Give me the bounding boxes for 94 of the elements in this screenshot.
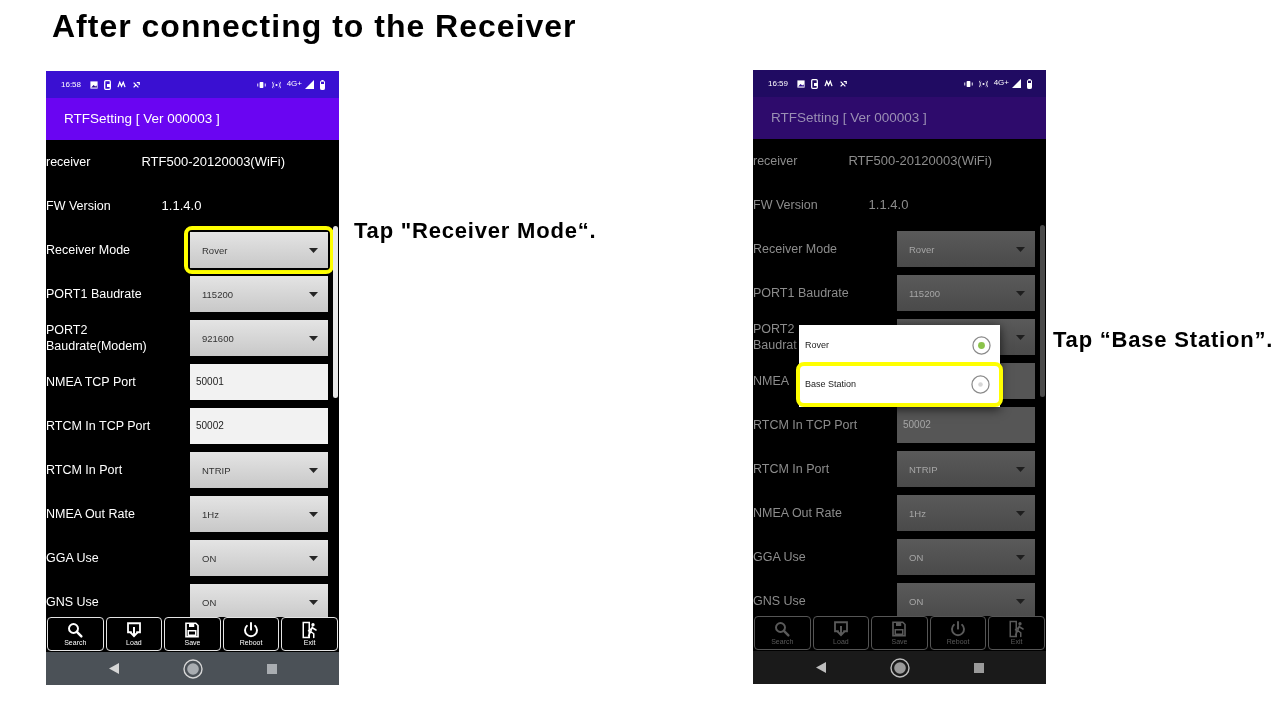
field-label: receiver [46, 154, 91, 170]
caret-icon [309, 335, 318, 341]
power-icon [242, 621, 261, 639]
status-time: 16:58 [61, 79, 82, 90]
field-label: Receiver Mode [46, 242, 131, 258]
recents-icon[interactable] [266, 663, 277, 674]
caret-icon [1016, 466, 1025, 472]
instruction-text: Tap "Receiver Mode“. [354, 217, 597, 245]
home-icon[interactable] [182, 658, 203, 679]
field-label: NMEA TCP Port [46, 374, 136, 390]
field-label: GNS Use [753, 593, 806, 609]
zigzag-icon [117, 81, 127, 88]
field-label: RTCM In Port [753, 461, 830, 477]
field-value: 1.1.4.0 [161, 198, 202, 214]
caret-icon [309, 291, 318, 297]
phone-icon [104, 79, 112, 90]
dropdown[interactable]: NTRIP [190, 452, 328, 488]
vibrate-icon [963, 79, 973, 88]
field-label: RTCM In Port [46, 462, 123, 478]
page-title: After connecting to the Receiver [52, 7, 577, 46]
app-title: RTFSetting [ Ver 000003 ] [771, 110, 927, 126]
field-label: NMEA [753, 373, 790, 389]
caret-icon [309, 599, 318, 605]
search-icon [773, 620, 792, 638]
field-label: PORT2 Baudrat [753, 321, 797, 353]
vibrate-icon [256, 80, 266, 89]
field-value: RTF500-20120003(WiFi) [141, 154, 285, 170]
caret-icon [309, 555, 318, 561]
scrollbar[interactable] [333, 226, 338, 398]
hotspot-icon [978, 79, 988, 88]
image-icon [797, 79, 806, 88]
arrows-icon [132, 80, 141, 89]
scrollbar[interactable] [1040, 225, 1045, 397]
field-label: PORT2 Baudrate(Modem) [46, 322, 147, 354]
zigzag-icon [824, 80, 834, 87]
battery-icon [1027, 78, 1032, 89]
status-time: 16:59 [768, 78, 789, 89]
dropdown[interactable]: 1Hz [190, 496, 328, 532]
dropdown[interactable]: ON [190, 584, 328, 617]
field-label: PORT1 Baudrate [753, 285, 849, 301]
field-label: RTCM In TCP Port [753, 417, 858, 433]
field-label: Receiver Mode [753, 241, 838, 257]
caret-icon [1016, 510, 1025, 516]
back-icon[interactable] [108, 663, 119, 674]
radio-icon[interactable] [972, 336, 991, 355]
dropdown[interactable]: 921600 [190, 320, 328, 356]
field-label: receiver [753, 153, 798, 169]
caret-icon [1016, 554, 1025, 560]
field-label: FW Version [46, 198, 111, 214]
caret-icon [1016, 334, 1025, 340]
app-title: RTFSetting [ Ver 000003 ] [64, 111, 220, 127]
dropdown[interactable]: 115200 [190, 276, 328, 312]
home-icon[interactable] [889, 657, 910, 678]
arrows-icon [839, 79, 848, 88]
field-label: NMEA Out Rate [753, 505, 842, 521]
field-label: GNS Use [46, 594, 99, 610]
image-icon [90, 80, 99, 89]
text-field[interactable]: 50001 [190, 364, 328, 400]
download-tray-icon [831, 620, 850, 638]
dialog-option[interactable]: Rover [799, 325, 1000, 366]
battery-icon [320, 79, 325, 90]
field-value: 1.1.4.0 [868, 197, 909, 213]
recents-icon[interactable] [973, 662, 984, 673]
signal-icon [1012, 79, 1021, 88]
person-leaving-door-icon [1007, 620, 1026, 638]
download-tray-icon [124, 621, 143, 639]
power-icon [949, 620, 968, 638]
text-field[interactable]: 50002 [190, 408, 328, 444]
dialog-option[interactable]: Base Station [800, 366, 999, 403]
field-label: GGA Use [753, 549, 806, 565]
back-icon[interactable] [815, 662, 826, 673]
person-leaving-door-icon [300, 621, 319, 639]
phone-icon [811, 78, 819, 89]
search-icon [66, 621, 85, 639]
caret-icon [1016, 598, 1025, 604]
field-label: GGA Use [46, 550, 99, 566]
caret-icon [1016, 246, 1025, 252]
caret-icon [309, 467, 318, 473]
hotspot-icon [271, 80, 281, 89]
field-value: RTF500-20120003(WiFi) [848, 153, 992, 169]
network-type: 4G+ [286, 78, 302, 88]
field-label: NMEA Out Rate [46, 506, 135, 522]
network-type: 4G+ [993, 77, 1009, 87]
signal-icon [305, 80, 314, 89]
caret-icon [309, 247, 318, 253]
dropdown[interactable]: Rover [190, 232, 328, 268]
caret-icon [1016, 290, 1025, 296]
field-label: PORT1 Baudrate [46, 286, 142, 302]
field-label: FW Version [753, 197, 818, 213]
instruction-text: Tap “Base Station”. [1053, 326, 1274, 354]
radio-icon[interactable] [971, 375, 990, 394]
field-label: RTCM In TCP Port [46, 418, 151, 434]
dropdown[interactable]: ON [190, 540, 328, 576]
caret-icon [309, 511, 318, 517]
